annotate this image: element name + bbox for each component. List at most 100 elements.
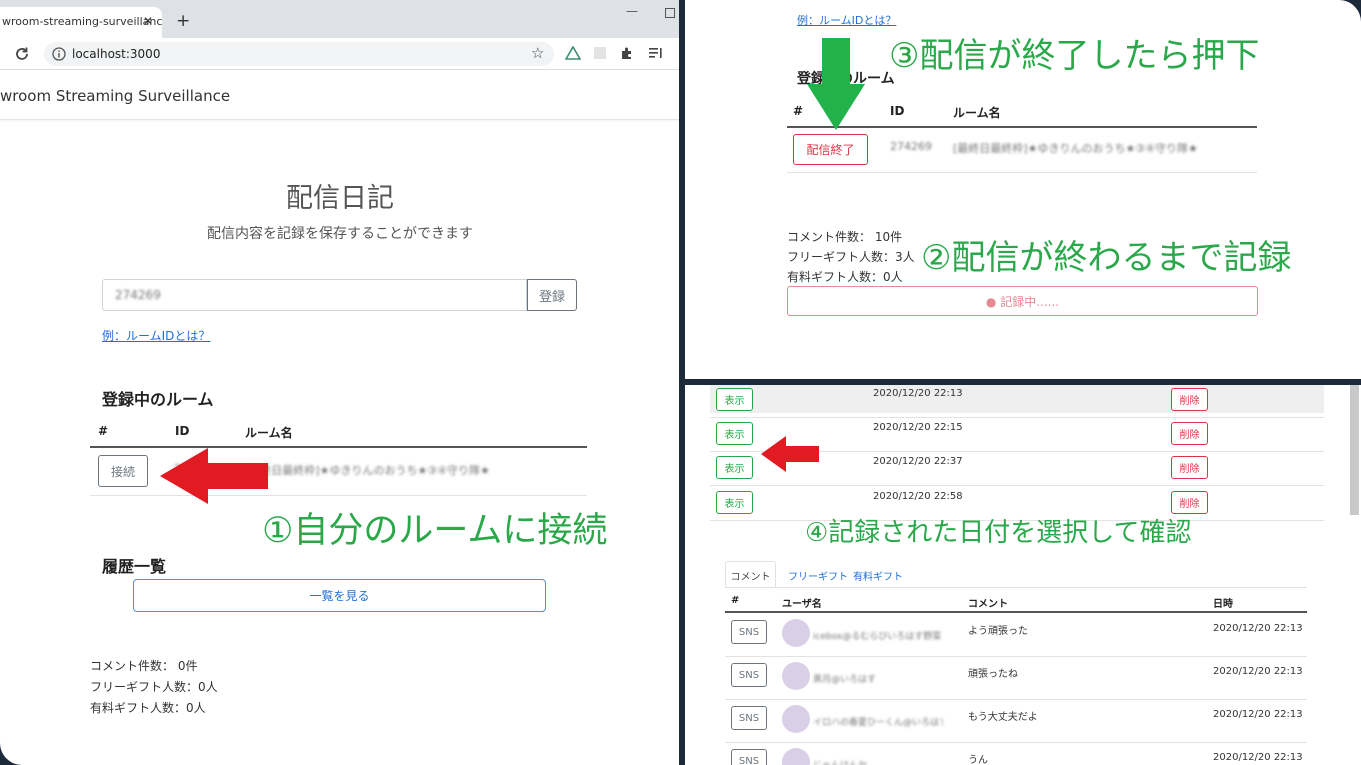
col-header-user: ユーザ名 — [782, 599, 822, 610]
step4-annotation: ④記録された日付を選択して確認 — [805, 518, 1192, 548]
room-name-cell: [最終日最終枠]★ゆきりんのおうち★③④守り隊★ — [245, 464, 490, 477]
col-header-comment: コメント — [968, 599, 1008, 610]
col-header-id: ID — [175, 424, 190, 438]
navbar-brand[interactable]: wroom Streaming Surveillance — [0, 87, 230, 105]
room-id-input[interactable]: 274269 — [102, 279, 527, 311]
comment-date-cell: 2020/12/20 22:13 — [1213, 623, 1303, 634]
url-text: localhost:3000 — [72, 47, 161, 61]
puzzle-extensions-icon[interactable] — [620, 46, 634, 60]
table-row-divider — [710, 485, 1324, 486]
delete-button-label: 削除 — [1179, 430, 1200, 441]
show-button[interactable]: 表示 — [716, 456, 753, 479]
room-name-cell: [最終日最終枠]★ゆきりんのおうち★③④守り隊★ — [953, 142, 1198, 155]
view-list-button[interactable]: 一覧を見る — [133, 579, 546, 612]
bookmark-star-icon[interactable]: ☆ — [531, 44, 544, 62]
avatar — [782, 619, 810, 647]
comment-cell: もう大丈夫だよ — [968, 712, 1038, 723]
user-name-cell: イロハの春夏ひーくん@いろはす — [813, 718, 943, 728]
tab-paid-gifts[interactable]: 有料ギフト — [853, 568, 903, 583]
tab-comments-label: コメント — [730, 571, 771, 583]
view-list-button-label: 一覧を見る — [309, 589, 370, 603]
sns-button-label: SNS — [738, 712, 760, 724]
extension-triangle-icon[interactable] — [565, 46, 581, 60]
browser-tab-title: wroom-streaming-surveillance — [2, 15, 162, 28]
connect-button[interactable]: 接続 — [98, 455, 148, 487]
col-header-number: # — [731, 595, 740, 606]
address-bar[interactable]: localhost:3000 — [44, 42, 554, 66]
comment-date-cell: 2020/12/20 22:13 — [1213, 709, 1303, 720]
table-row-divider — [725, 656, 1307, 657]
avatar — [782, 662, 810, 690]
tab-comments[interactable]: コメント — [725, 561, 776, 588]
tab-free-gifts[interactable]: フリーギフト — [788, 568, 848, 583]
col-header-room-name: ルーム名 — [953, 106, 1001, 120]
comment-count: コメント件数： 0件 — [90, 659, 198, 673]
left-arrow-icon — [761, 436, 819, 472]
reading-list-icon[interactable] — [649, 47, 663, 59]
show-button[interactable]: 表示 — [716, 422, 753, 445]
avatar — [782, 748, 810, 765]
end-stream-button[interactable]: 配信終了 — [793, 134, 868, 165]
browser-tab[interactable]: wroom-streaming-surveillance — [0, 7, 162, 38]
delete-button-label: 削除 — [1179, 464, 1200, 475]
left-arrow-icon — [160, 448, 268, 504]
free-gift-count: フリーギフト人数：0人 — [90, 680, 218, 694]
tab-divider — [725, 587, 1307, 588]
sns-button[interactable]: SNS — [731, 663, 767, 687]
room-id-help-link[interactable]: 例：ルームIDとは？ — [102, 327, 210, 344]
sns-button[interactable]: SNS — [731, 706, 767, 730]
paid-gift-count: 有料ギフト人数：0人 — [787, 270, 903, 284]
user-name-cell: icebox@るむらびいろはす野菜 — [813, 632, 942, 642]
comment-header-divider — [725, 611, 1307, 613]
history-date-cell: 2020/12/20 22:37 — [873, 456, 963, 467]
delete-button[interactable]: 削除 — [1171, 491, 1208, 514]
register-button[interactable]: 登録 — [527, 279, 577, 311]
col-header-id: ID — [890, 104, 905, 118]
room-id-help-link[interactable]: 例：ルームIDとは？ — [797, 12, 896, 28]
sns-button-label: SNS — [738, 626, 760, 638]
info-icon[interactable] — [52, 47, 66, 61]
tab-close-icon[interactable]: ✕ — [143, 14, 153, 28]
page-subtitle: 配信内容を記録を保存することができます — [207, 226, 473, 242]
delete-button-label: 削除 — [1179, 499, 1200, 510]
comment-cell: うん — [968, 755, 988, 765]
history-date-cell: 2020/12/20 22:58 — [873, 491, 963, 502]
recording-status-label: ● 記録中...... — [985, 294, 1060, 309]
show-button-label: 表示 — [724, 430, 745, 441]
step1-annotation: ①自分のルームに接続 — [262, 511, 608, 551]
avatar — [782, 705, 810, 733]
user-name-cell: 黒月@いろはす — [813, 675, 877, 685]
comment-date-cell: 2020/12/20 22:13 — [1213, 752, 1303, 763]
register-button-label: 登録 — [538, 289, 565, 305]
table-row-divider — [787, 172, 1257, 173]
new-tab-icon[interactable]: + — [176, 11, 190, 31]
col-header-room-name: ルーム名 — [245, 426, 293, 440]
delete-button[interactable]: 削除 — [1171, 456, 1208, 479]
col-header-number: # — [793, 104, 804, 118]
room-id-cell: 274269 — [890, 140, 932, 153]
sns-button-label: SNS — [738, 669, 760, 681]
recording-status-bar[interactable]: ● 記録中...... — [787, 286, 1258, 316]
comment-cell: よう頑張った — [968, 626, 1028, 637]
maximize-icon[interactable] — [665, 8, 675, 18]
scrollbar-thumb[interactable] — [1350, 385, 1359, 515]
delete-button[interactable]: 削除 — [1171, 388, 1208, 411]
step3-annotation: ③配信が終了したら押下 — [889, 36, 1260, 76]
comment-date-cell: 2020/12/20 22:13 — [1213, 666, 1303, 677]
show-button[interactable]: 表示 — [716, 491, 753, 514]
reload-icon[interactable] — [14, 46, 30, 62]
minimize-icon[interactable]: — — [626, 4, 638, 18]
sns-button[interactable]: SNS — [731, 620, 767, 644]
room-id-input-value: 274269 — [115, 288, 161, 302]
show-button[interactable]: 表示 — [716, 388, 753, 411]
main-app-screenshot: wroom-streaming-surveillance ✕ + — local… — [0, 0, 679, 765]
table-row-divider — [710, 417, 1324, 418]
table-row-divider — [725, 742, 1307, 743]
table-row-highlight — [710, 385, 1324, 413]
registered-rooms-heading: 登録中のルーム — [102, 390, 214, 409]
sns-button[interactable]: SNS — [731, 749, 767, 765]
extension-icon[interactable] — [594, 47, 606, 59]
comment-count: コメント件数： 10件 — [787, 230, 903, 244]
delete-button[interactable]: 削除 — [1171, 422, 1208, 445]
step2-annotation: ②配信が終わるまで記録 — [921, 238, 1292, 278]
